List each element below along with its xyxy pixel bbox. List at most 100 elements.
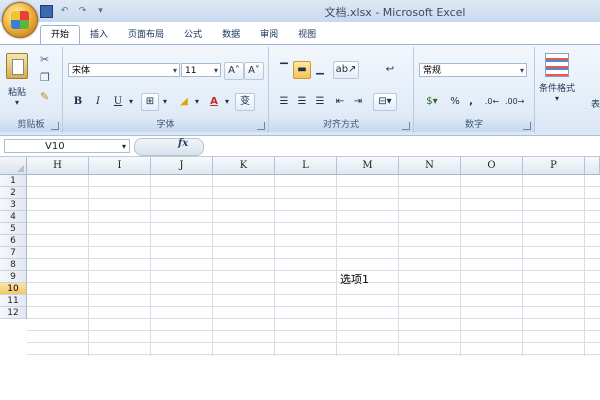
shrink-font-button[interactable]: A˅ [244,62,264,80]
column-header-k[interactable]: K [213,157,275,175]
styles-group: 条件格式 ▾ 表 [535,47,600,133]
row-header-4[interactable]: 4 [0,211,27,223]
formula-input[interactable] [204,138,596,154]
row-header-12[interactable]: 12 [0,307,27,319]
copy-icon[interactable]: ❐ [40,71,50,84]
orientation-icon[interactable]: ab↗ [333,61,359,79]
number-group: 常规 ▾ $▾ % , .0← .00→ 数字 [414,47,535,133]
select-all-button[interactable] [0,157,27,175]
currency-icon[interactable]: $▾ [420,93,444,111]
title-bar: ↶ ↷ ▾ 文档.xlsx - Microsoft Excel [0,0,600,22]
borders-icon[interactable]: ⊞ [141,93,159,111]
ribbon: 粘贴 ▾ ✂ ❐ ✎ 剪贴板 宋体 ▾ 11 ▾ A˄ A˅ B I U ▾ ⊞… [0,44,600,136]
row-header-8[interactable]: 8 [0,259,27,271]
window-title: 文档.xlsx - Microsoft Excel [324,6,466,19]
worksheet-grid: H I J K L M N O P 1 2 3 4 5 6 7 8 9 10 1… [0,157,600,356]
conditional-format-icon [545,53,569,77]
font-size-value: 11 [185,66,197,76]
column-header-h[interactable]: H [27,157,89,175]
alignment-launcher-icon[interactable] [402,122,410,130]
format-painter-icon[interactable]: ✎ [40,90,49,103]
align-left-icon[interactable]: ☰ [275,93,293,111]
column-header-m[interactable]: M [337,157,399,175]
column-header-o[interactable]: O [461,157,523,175]
italic-button[interactable]: I [89,93,107,111]
row-header-2[interactable]: 2 [0,187,27,199]
chevron-down-icon: ▾ [121,142,126,151]
tab-insert[interactable]: 插入 [80,26,118,44]
conditional-format-label: 条件格式 [539,84,576,94]
conditional-format-button[interactable]: 条件格式 ▾ [539,53,575,103]
bold-button[interactable]: B [69,93,87,111]
increase-indent-icon[interactable]: ⇥ [349,93,367,111]
cell-area[interactable]: 选项1 [27,175,600,356]
row-header-5[interactable]: 5 [0,223,27,235]
font-group-label: 字体 [63,119,268,132]
font-name-combo[interactable]: 宋体 ▾ [68,63,180,77]
clipboard-group: 粘贴 ▾ ✂ ❐ ✎ 剪贴板 [0,47,63,133]
column-header-p[interactable]: P [523,157,585,175]
decrease-decimal-icon[interactable]: .00→ [504,93,524,111]
align-top-icon[interactable]: ▔ [275,61,293,79]
chevron-down-icon: ▾ [555,94,560,103]
format-as-table-label[interactable]: 表 [591,97,600,110]
column-header-j[interactable]: J [151,157,213,175]
phonetic-button[interactable]: 变 [235,93,255,111]
column-header-i[interactable]: I [89,157,151,175]
column-header-partial[interactable] [585,157,600,175]
font-name-value: 宋体 [72,66,91,76]
align-middle-icon[interactable]: ▬ [293,61,311,79]
clipboard-launcher-icon[interactable] [51,122,59,130]
chevron-down-icon: ▾ [519,66,524,75]
number-format-value: 常规 [423,66,442,76]
tab-formulas[interactable]: 公式 [174,26,212,44]
align-right-icon[interactable]: ☰ [311,93,329,111]
tab-view[interactable]: 视图 [288,26,326,44]
row-header-9[interactable]: 9 [0,271,27,283]
column-header-n[interactable]: N [399,157,461,175]
office-button[interactable] [2,2,38,38]
chevron-down-icon[interactable]: ▾ [125,93,137,111]
office-logo-icon [11,11,29,29]
comma-button[interactable]: , [462,93,480,111]
column-header-l[interactable]: L [275,157,337,175]
font-size-combo[interactable]: 11 ▾ [181,63,221,77]
tab-review[interactable]: 审阅 [250,26,288,44]
align-bottom-icon[interactable]: ▁ [311,61,329,79]
tab-home[interactable]: 开始 [40,25,81,44]
number-format-combo[interactable]: 常规 ▾ [419,63,527,77]
insert-function-icon[interactable]: fx [178,138,188,149]
wrap-text-icon[interactable]: ↩ [381,61,399,79]
chevron-down-icon: ▾ [172,66,177,75]
increase-decimal-icon[interactable]: .0← [482,93,502,111]
excel-window: ↶ ↷ ▾ 文档.xlsx - Microsoft Excel 开始 插入 页面… [0,0,600,356]
chevron-down-icon[interactable]: ▾ [159,93,171,111]
row-header-3[interactable]: 3 [0,199,27,211]
cell-m6[interactable]: 选项1 [340,271,369,287]
cut-icon[interactable]: ✂ [40,53,49,66]
name-box[interactable]: V10 ▾ [4,139,130,153]
clipboard-icon [6,53,28,79]
row-header-11[interactable]: 11 [0,295,27,307]
formula-bar: V10 ▾ fx [0,136,600,157]
tab-data[interactable]: 数据 [212,26,250,44]
grow-font-button[interactable]: A˄ [224,62,244,80]
row-header-6[interactable]: 6 [0,235,27,247]
row-header-1[interactable]: 1 [0,175,27,187]
align-center-icon[interactable]: ☰ [293,93,311,111]
row-header-10[interactable]: 10 [0,283,27,295]
decrease-indent-icon[interactable]: ⇤ [331,93,349,111]
ribbon-tabs: 开始 插入 页面布局 公式 数据 审阅 视图 [40,22,326,44]
paste-button[interactable]: 粘贴 ▾ [6,53,28,107]
number-launcher-icon[interactable] [523,122,531,130]
row-header-7[interactable]: 7 [0,247,27,259]
merge-center-icon[interactable]: ⊟▾ [373,93,397,111]
name-box-value: V10 [45,141,65,152]
chevron-down-icon[interactable]: ▾ [221,93,233,111]
tab-page-layout[interactable]: 页面布局 [118,26,174,44]
font-group: 宋体 ▾ 11 ▾ A˄ A˅ B I U ▾ ⊞ ▾ ◢ ▾ A ▾ 变 字体 [63,47,269,133]
alignment-group-label: 对齐方式 [269,119,413,132]
chevron-down-icon: ▾ [14,98,19,107]
chevron-down-icon[interactable]: ▾ [191,93,203,111]
font-launcher-icon[interactable] [257,122,265,130]
